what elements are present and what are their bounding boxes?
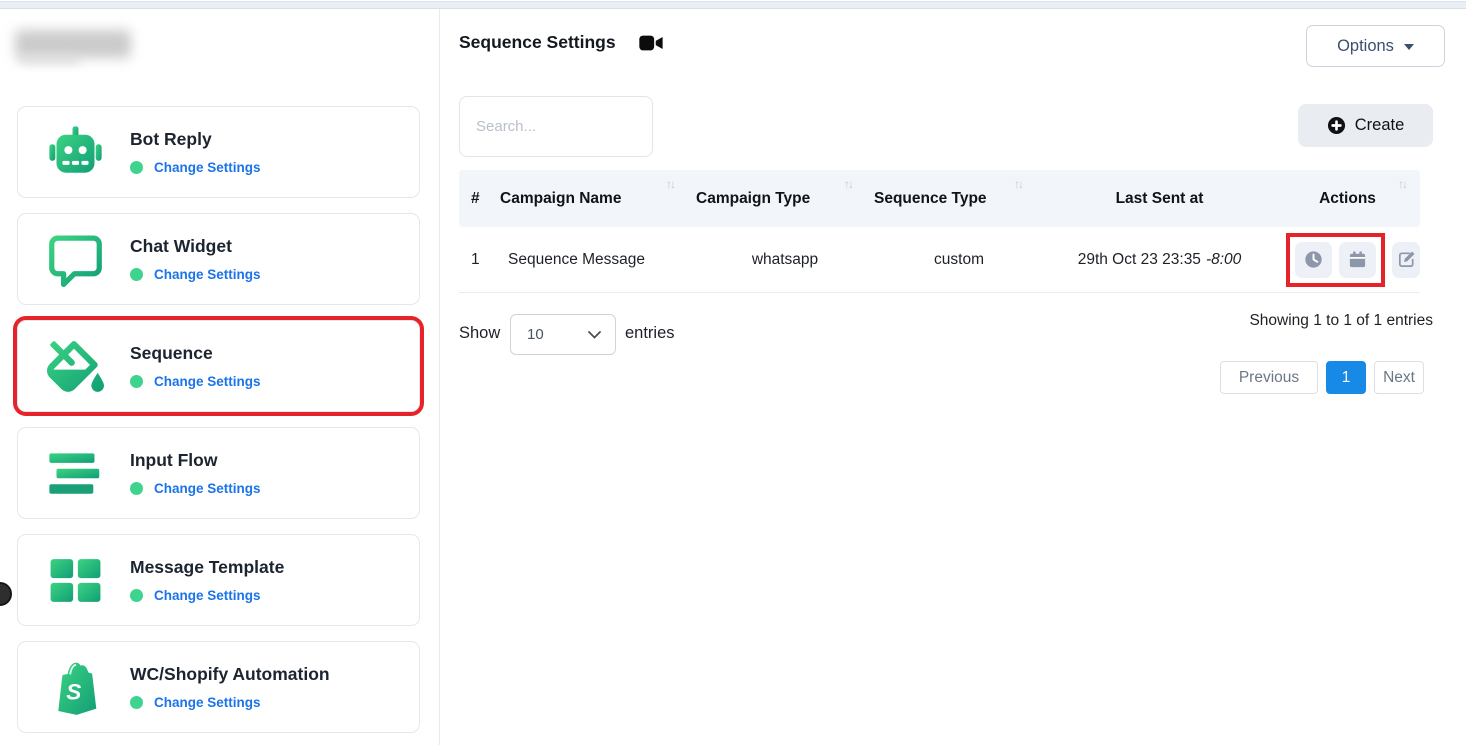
current-page-button[interactable]: 1 (1326, 361, 1366, 394)
change-settings-link[interactable]: Change Settings (154, 695, 261, 710)
edit-icon (1397, 250, 1416, 269)
sort-icon[interactable]: ↑↓ (844, 177, 852, 191)
change-settings-link[interactable]: Change Settings (154, 267, 261, 282)
table-row: 1 Sequence Message whatsapp custom 29th … (459, 227, 1420, 293)
schedule-time-button[interactable] (1295, 242, 1332, 278)
sidebar-card-input-flow[interactable]: Input Flow Change Settings (17, 427, 420, 519)
status-dot-icon (130, 161, 143, 174)
schedule-date-button[interactable] (1339, 242, 1376, 278)
status-dot-icon (130, 482, 143, 495)
chevron-down-icon (588, 331, 601, 339)
show-label: Show (459, 324, 500, 343)
robot-icon (47, 124, 104, 181)
status-dot-icon (130, 268, 143, 281)
plugin-logo-subtitle-blurred (18, 55, 80, 64)
create-button[interactable]: Create (1298, 104, 1433, 147)
card-title: Message Template (130, 557, 284, 578)
entries-label: entries (625, 324, 675, 343)
cell-sequence-type: custom (874, 251, 1044, 269)
cell-num: 1 (459, 251, 500, 269)
chat-bubble-icon (47, 231, 104, 288)
card-title: Bot Reply (130, 129, 261, 150)
cell-actions (1275, 242, 1420, 278)
status-dot-icon (130, 375, 143, 388)
cell-last-sent-at: 29th Oct 23 23:35 -8:00 (1044, 251, 1275, 269)
cell-campaign-type: whatsapp (696, 251, 874, 269)
header-num: # (459, 170, 500, 227)
table-header-row: # Campaign Name ↑↓ Campaign Type ↑↓ Sequ… (459, 170, 1420, 227)
sort-icon[interactable]: ↑↓ (1014, 177, 1022, 191)
calendar-icon (1348, 250, 1367, 269)
card-title: Input Flow (130, 450, 261, 471)
floating-widget-handle[interactable] (0, 582, 12, 606)
sidebar-card-message-template[interactable]: Message Template Change Settings (17, 534, 420, 626)
sidebar-card-chat-widget[interactable]: Chat Widget Change Settings (17, 213, 420, 305)
card-title: Chat Widget (130, 236, 261, 257)
card-title: WC/Shopify Automation (130, 664, 330, 685)
svg-text:S: S (66, 679, 81, 704)
change-settings-link[interactable]: Change Settings (154, 588, 261, 603)
clock-icon (1304, 250, 1323, 269)
change-settings-link[interactable]: Change Settings (154, 374, 261, 389)
options-button[interactable]: Options (1306, 25, 1445, 67)
sort-icon[interactable]: ↑↓ (1398, 177, 1406, 191)
previous-page-button[interactable]: Previous (1220, 361, 1318, 394)
status-dot-icon (130, 696, 143, 709)
sidebar-divider (439, 9, 440, 745)
plugin-logo-blurred (15, 30, 131, 58)
status-dot-icon (130, 589, 143, 602)
sort-icon[interactable]: ↑↓ (666, 177, 674, 191)
sidebar-card-wc-shopify-automation[interactable]: S WC/Shopify Automation Change Settings (17, 641, 420, 733)
shopify-bag-icon: S (47, 659, 104, 716)
change-settings-link[interactable]: Change Settings (154, 160, 261, 175)
header-last-sent-at: Last Sent at (1044, 170, 1275, 227)
next-page-button[interactable]: Next (1374, 361, 1424, 394)
timezone-offset: -8:00 (1206, 251, 1241, 269)
plus-circle-icon (1327, 116, 1346, 135)
header-sequence-type[interactable]: Sequence Type ↑↓ (874, 170, 1044, 227)
edit-button[interactable] (1392, 242, 1420, 278)
top-border-band (0, 1, 1466, 9)
sidebar-card-bot-reply[interactable]: Bot Reply Change Settings (17, 106, 420, 198)
sidebar-cards: Bot Reply Change Settings Chat Widget Ch… (17, 106, 420, 733)
red-annotation-box-actions (1286, 233, 1385, 287)
caret-down-icon (1404, 44, 1414, 50)
bars-icon (47, 445, 104, 502)
sequence-table: # Campaign Name ↑↓ Campaign Type ↑↓ Sequ… (459, 170, 1420, 293)
video-camera-icon[interactable] (639, 34, 664, 52)
header-actions[interactable]: Actions ↑↓ (1275, 170, 1420, 227)
card-title: Sequence (130, 343, 261, 364)
entries-summary: Showing 1 to 1 of 1 entries (1249, 312, 1433, 330)
header-campaign-type[interactable]: Campaign Type ↑↓ (696, 170, 874, 227)
paint-bucket-icon (47, 338, 104, 395)
pagination: Previous 1 Next (1220, 361, 1424, 394)
change-settings-link[interactable]: Change Settings (154, 481, 261, 496)
search-input[interactable] (459, 96, 653, 157)
cell-campaign-name: Sequence Message (500, 251, 696, 269)
grid-icon (47, 552, 104, 609)
page-size-select[interactable]: 10 (510, 314, 616, 355)
sidebar-card-sequence[interactable]: Sequence Change Settings (17, 320, 420, 412)
header-campaign-name[interactable]: Campaign Name ↑↓ (500, 170, 696, 227)
page-title: Sequence Settings (459, 32, 664, 53)
